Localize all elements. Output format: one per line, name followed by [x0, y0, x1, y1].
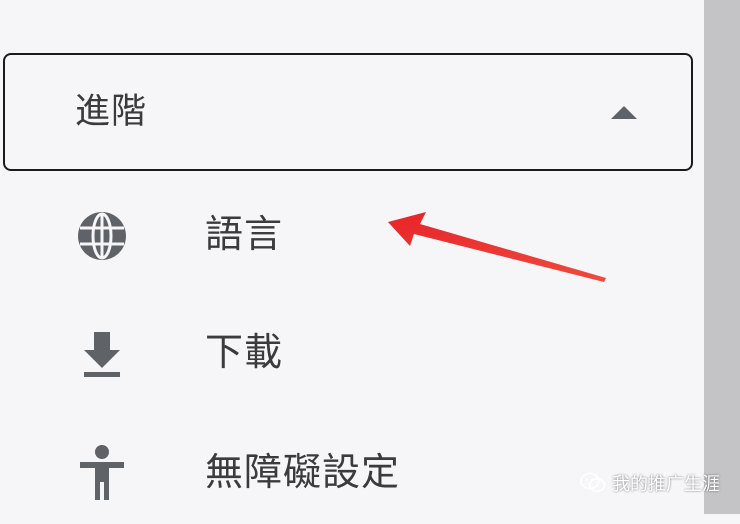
menu-item-label: 下載 — [205, 330, 284, 374]
scrollbar[interactable] — [704, 0, 740, 514]
advanced-section-toggle[interactable]: 進階 — [3, 53, 693, 171]
globe-icon — [78, 212, 126, 260]
annotation-arrow-icon — [388, 212, 606, 282]
menu-item-download[interactable]: 下載 — [0, 304, 700, 404]
menu-item-label: 語言 — [205, 212, 284, 256]
wechat-icon — [580, 472, 606, 492]
watermark: 我的推广生涯 — [580, 468, 720, 498]
accessibility-icon — [80, 445, 124, 500]
watermark-text: 我的推广生涯 — [612, 474, 720, 495]
advanced-label: 進階 — [75, 92, 148, 132]
caret-up-icon — [611, 106, 637, 119]
menu-item-label: 無障礙設定 — [205, 450, 401, 494]
download-icon — [84, 332, 120, 377]
